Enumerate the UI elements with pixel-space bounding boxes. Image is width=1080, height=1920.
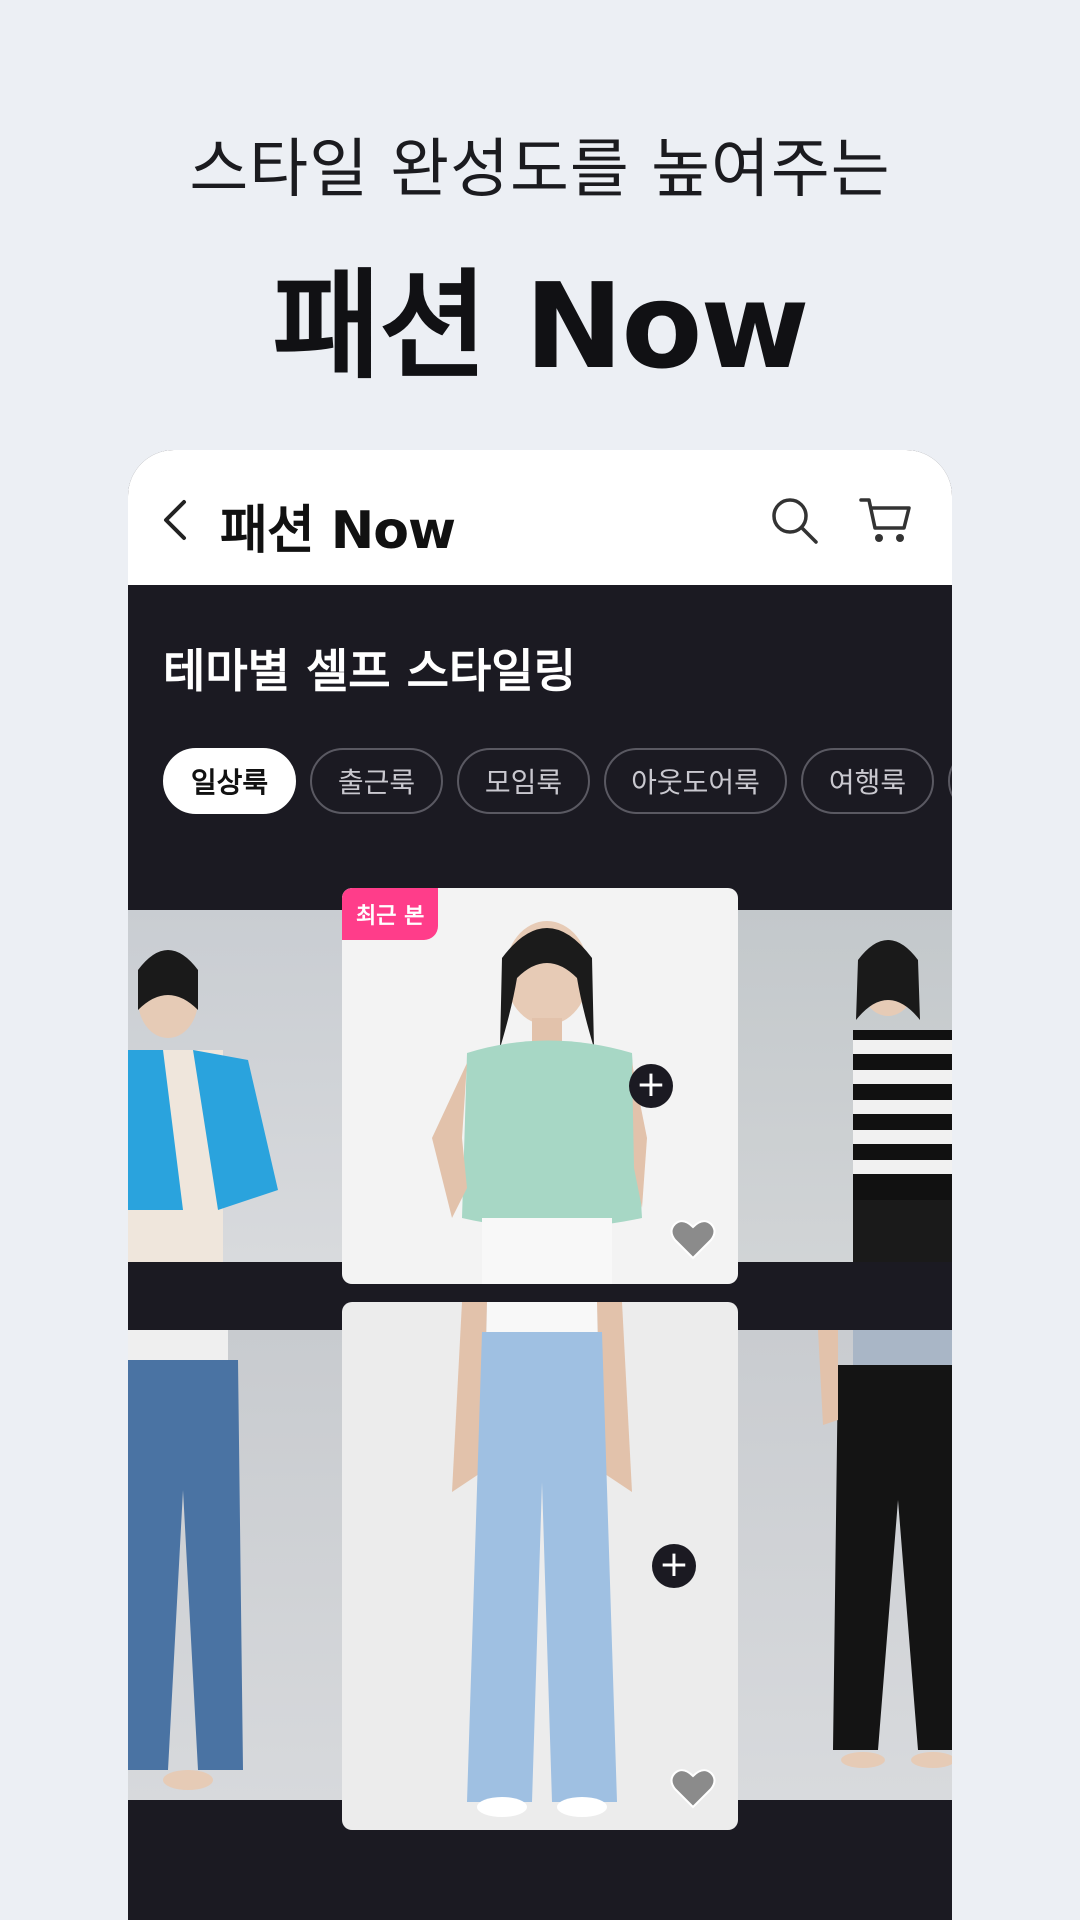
side-look-image-left[interactable] (128, 910, 342, 1262)
side-look-image-right[interactable] (738, 910, 952, 1262)
app-title: 패션 Now (220, 501, 456, 561)
app-bar: 패션 Now (128, 450, 952, 585)
product-card-top[interactable]: 최근 본 + (342, 888, 738, 1284)
add-item-button-bottom[interactable]: + (652, 1544, 696, 1588)
phone-screen: 패션 Now 테마별 셀프 스타일링 일상룩 출근룩 모임룩 아웃도어룩 여행룩 (128, 450, 952, 1920)
add-item-button-top[interactable]: + (629, 1064, 673, 1108)
chevron-left-icon[interactable] (158, 498, 192, 542)
style-chip-list: 일상룩 출근룩 모임룩 아웃도어룩 여행룩 (163, 748, 952, 818)
side-bottom-image-right[interactable] (738, 1330, 952, 1800)
chip-work[interactable]: 출근룩 (310, 748, 443, 814)
search-icon[interactable] (768, 494, 820, 546)
chip-daily[interactable]: 일상룩 (163, 748, 296, 814)
heart-icon[interactable] (670, 1767, 716, 1809)
chip-outdoor[interactable]: 아웃도어룩 (604, 748, 787, 814)
side-bottom-image-left[interactable] (128, 1330, 342, 1800)
product-card-bottom[interactable]: + (342, 1302, 738, 1830)
section-title: 테마별 셀프 스타일링 (163, 644, 576, 698)
chip-gathering[interactable]: 모임룩 (457, 748, 590, 814)
cart-icon[interactable] (858, 494, 914, 546)
chip-travel[interactable]: 여행룩 (801, 748, 934, 814)
promo-title: 패션 Now (272, 257, 809, 395)
recently-viewed-badge: 최근 본 (342, 888, 439, 940)
heart-icon[interactable] (670, 1218, 716, 1260)
promo-subtitle: 스타일 완성도를 높여주는 (189, 133, 891, 207)
chip-more[interactable] (948, 748, 952, 814)
